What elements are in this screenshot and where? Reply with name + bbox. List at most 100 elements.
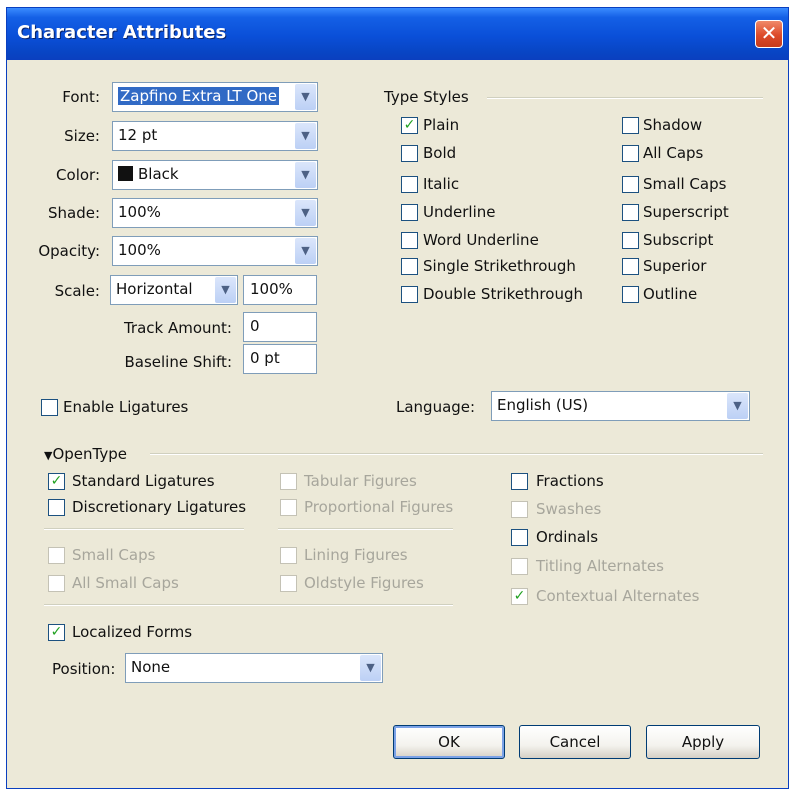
color-value: Black [138,165,179,183]
tabular-figures-checkbox [280,473,297,490]
shade-value: 100% [118,203,161,221]
small-caps-label: Small Caps [643,175,727,193]
underline-label: Underline [423,203,496,221]
font-value: Zapfino Extra LT One [118,87,280,105]
baseline-shift-field[interactable]: 0 pt [243,344,317,374]
shade-dropdown[interactable]: 100% ▼ [112,198,318,228]
proportional-figures-label: Proportional Figures [304,498,454,516]
plain-label: Plain [423,116,460,134]
chevron-down-icon[interactable]: ▼ [295,162,316,188]
color-swatch [118,166,133,181]
contextual-alternates-checkbox: ✓ [511,588,528,605]
checkmark-icon: ✓ [50,624,63,640]
ordinals-label: Ordinals [536,528,599,546]
bold-label: Bold [423,144,457,162]
ordinals-checkbox[interactable] [511,529,528,546]
outline-label: Outline [643,285,698,303]
size-dropdown[interactable]: 12 pt ▼ [112,121,318,151]
color-dropdown[interactable]: Black ▼ [112,160,318,190]
subscript-label: Subscript [643,231,714,249]
superscript-label: Superscript [643,203,729,221]
localized-forms-checkbox[interactable]: ✓ [48,624,65,641]
close-icon: ✕ [760,21,778,45]
scale-axis-value: Horizontal [116,280,193,298]
track-amount-field[interactable]: 0 [243,312,317,342]
opacity-value: 100% [118,241,161,259]
single-strikethrough-checkbox[interactable] [401,258,418,275]
ok-button[interactable]: OK [393,725,505,759]
dialog-title: Character Attributes [17,22,227,43]
swashes-label: Swashes [536,500,602,518]
subscript-checkbox[interactable] [622,232,639,249]
baseline-shift-label: Baseline Shift: [124,353,232,371]
scale-value: 100% [250,280,293,298]
opacity-dropdown[interactable]: 100% ▼ [112,236,318,266]
enable-ligatures-label: Enable Ligatures [63,398,189,416]
cancel-button[interactable]: Cancel [519,725,631,759]
word-underline-checkbox[interactable] [401,232,418,249]
small-caps-checkbox[interactable] [622,176,639,193]
checkmark-icon: ✓ [513,588,526,604]
plain-checkbox[interactable]: ✓ [401,117,418,134]
standard-ligatures-label: Standard Ligatures [72,472,215,490]
font-label: Font: [62,88,100,106]
opentype-divider-col1 [44,528,244,530]
shadow-checkbox[interactable] [622,117,639,134]
language-dropdown[interactable]: English (US) ▼ [491,391,750,421]
titling-alternates-checkbox [511,558,528,575]
scale-label: Scale: [54,282,100,300]
size-label: Size: [64,127,100,145]
scale-field[interactable]: 100% [243,275,317,305]
single-strikethrough-label: Single Strikethrough [423,257,576,275]
double-strikethrough-checkbox[interactable] [401,286,418,303]
position-value: None [131,658,171,676]
chevron-down-icon[interactable]: ▼ [215,277,236,303]
shadow-label: Shadow [643,116,703,134]
position-dropdown[interactable]: None ▼ [125,653,383,683]
close-button[interactable]: ✕ [755,20,783,48]
type-styles-header: Type Styles [384,88,469,106]
word-underline-label: Word Underline [423,231,539,249]
track-amount-label: Track Amount: [123,319,232,337]
outline-checkbox[interactable] [622,286,639,303]
proportional-figures-checkbox [280,499,297,516]
language-label: Language: [396,398,476,416]
swashes-checkbox [511,501,528,518]
scale-axis-dropdown[interactable]: Horizontal ▼ [110,275,238,305]
track-amount-value: 0 [250,317,260,335]
type-styles-divider [487,97,763,99]
shade-label: Shade: [47,204,100,222]
baseline-shift-value: 0 pt [250,349,280,367]
small-caps-label: Small Caps [72,546,156,564]
chevron-down-icon[interactable]: ▼ [295,200,316,226]
chevron-down-icon[interactable]: ▼ [727,393,748,419]
superior-label: Superior [643,257,707,275]
underline-checkbox[interactable] [401,204,418,221]
enable-ligatures-checkbox[interactable] [41,399,58,416]
discretionary-ligatures-label: Discretionary Ligatures [72,498,247,516]
apply-button[interactable]: Apply [646,725,760,759]
all-caps-label: All Caps [643,144,704,162]
italic-checkbox[interactable] [401,176,418,193]
all-caps-checkbox[interactable] [622,145,639,162]
font-dropdown[interactable]: Zapfino Extra LT One ▼ [112,82,318,112]
standard-ligatures-checkbox[interactable]: ✓ [48,473,65,490]
fractions-checkbox[interactable] [511,473,528,490]
superior-checkbox[interactable] [622,258,639,275]
opentype-divider [150,453,763,455]
chevron-down-icon[interactable]: ▼ [295,84,316,110]
opentype-divider-col2 [278,528,453,530]
chevron-down-icon[interactable]: ▼ [295,238,316,264]
chevron-down-icon[interactable]: ▼ [360,655,381,681]
opentype-header[interactable]: ▼OpenType [44,445,127,463]
lining-figures-checkbox [280,547,297,564]
chevron-down-icon[interactable]: ▼ [295,123,316,149]
fractions-label: Fractions [536,472,604,490]
bold-checkbox[interactable] [401,145,418,162]
discretionary-ligatures-checkbox[interactable] [48,499,65,516]
title-bar[interactable]: Character Attributes ✕ [7,8,788,60]
all-small-caps-checkbox [48,575,65,592]
italic-label: Italic [423,175,460,193]
titling-alternates-label: Titling Alternates [536,557,664,575]
superscript-checkbox[interactable] [622,204,639,221]
